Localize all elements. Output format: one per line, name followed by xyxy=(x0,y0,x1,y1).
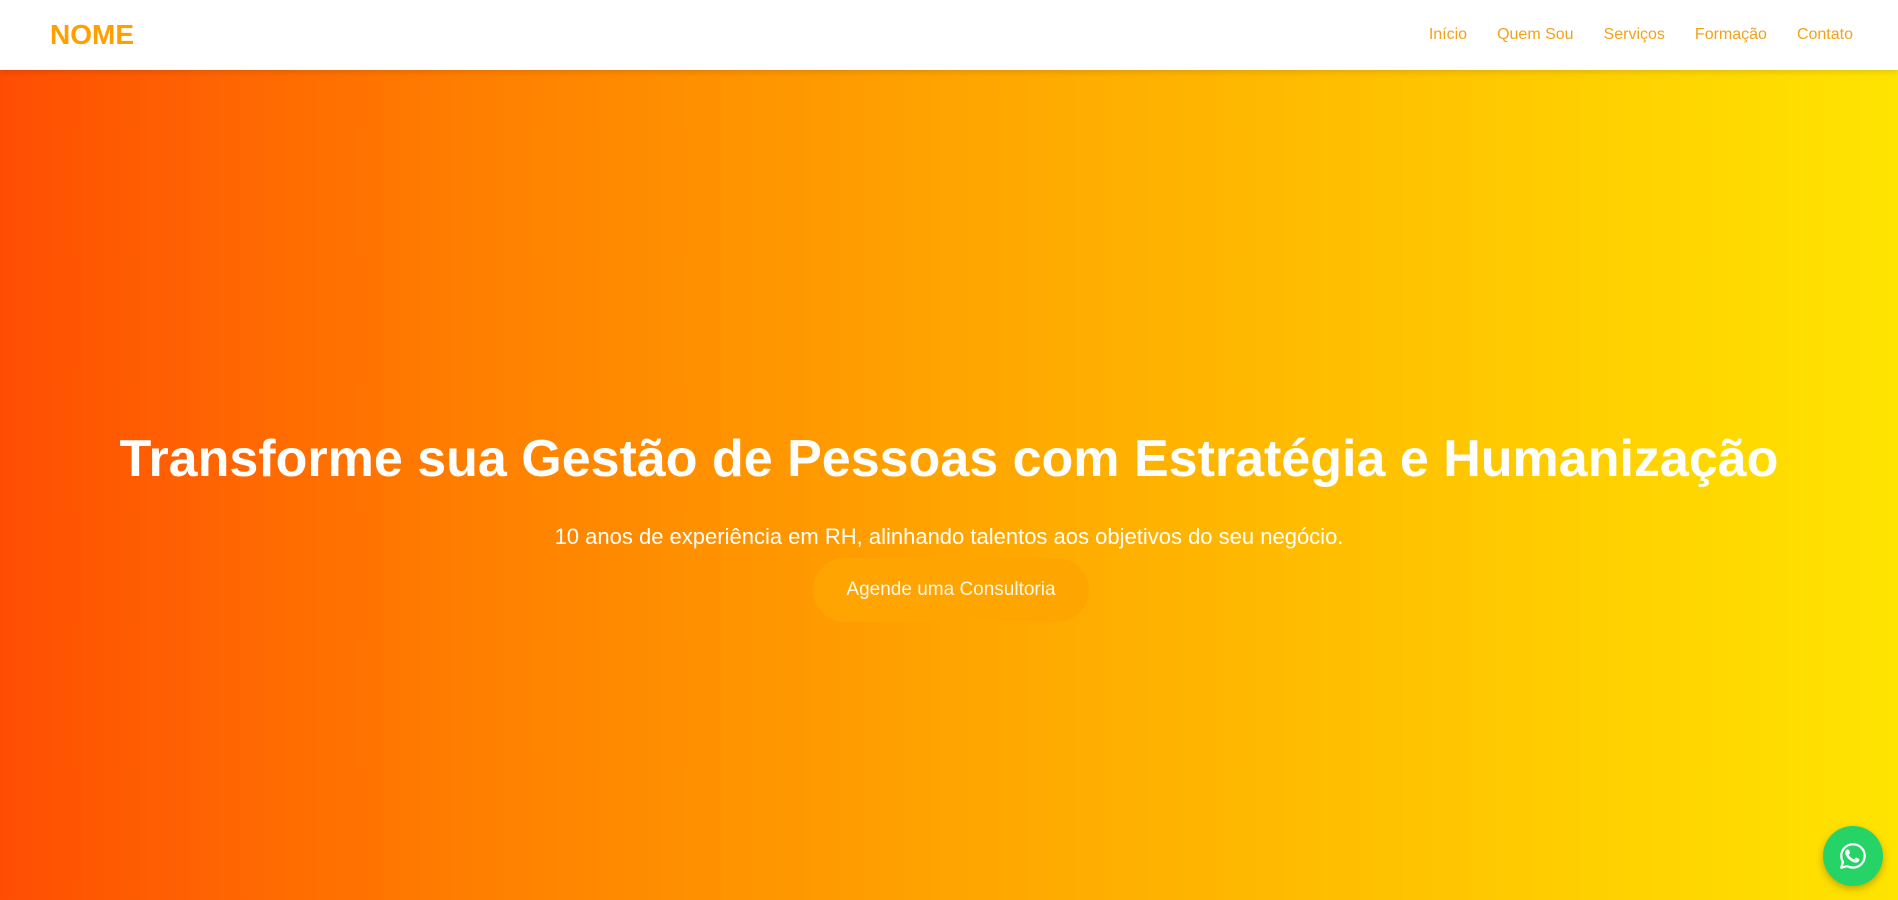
hero-title: Transforme sua Gestão de Pessoas com Est… xyxy=(119,430,1779,488)
main-nav: Início Quem Sou Serviços Formação Contat… xyxy=(1429,26,1853,44)
site-header: NOME Início Quem Sou Serviços Formação C… xyxy=(0,0,1898,70)
nav-link-inicio[interactable]: Início xyxy=(1429,26,1467,44)
site-logo[interactable]: NOME xyxy=(50,19,134,51)
hero-section: Transforme sua Gestão de Pessoas com Est… xyxy=(0,70,1898,900)
nav-link-contato[interactable]: Contato xyxy=(1797,26,1853,44)
hero-subtitle: 10 anos de experiência em RH, alinhando … xyxy=(554,524,1344,549)
schedule-consultation-button[interactable]: Agende uma Consultoria xyxy=(813,558,1089,622)
whatsapp-icon xyxy=(1838,841,1868,871)
nav-link-quem-sou[interactable]: Quem Sou xyxy=(1497,26,1573,44)
nav-link-formacao[interactable]: Formação xyxy=(1695,26,1767,44)
whatsapp-button[interactable] xyxy=(1823,826,1883,886)
nav-link-servicos[interactable]: Serviços xyxy=(1604,26,1665,44)
